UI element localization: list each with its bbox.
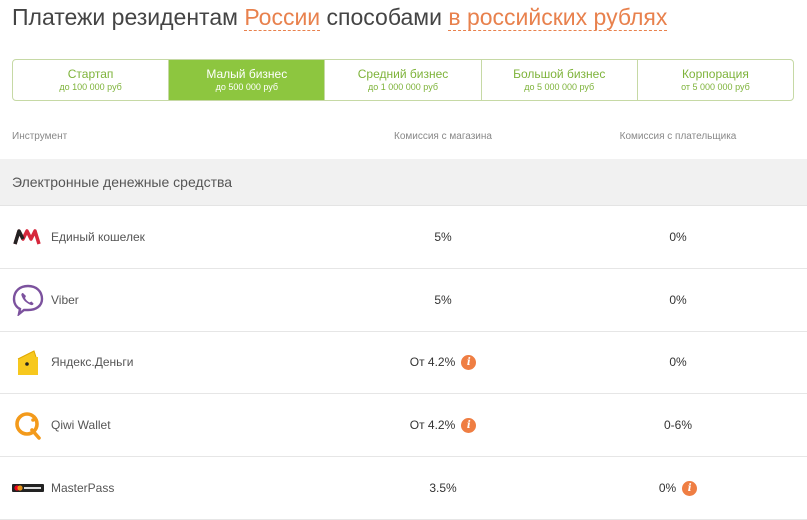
info-icon[interactable]: i bbox=[461, 417, 477, 433]
tab-big-business[interactable]: Большой бизнес до 5 000 000 руб bbox=[482, 60, 638, 100]
column-header-instrument: Инструмент bbox=[12, 131, 68, 142]
shop-fee-cell: От 4.2% i bbox=[343, 353, 543, 371]
instrument-name: Qiwi Wallet bbox=[51, 418, 111, 432]
tab-label: Большой бизнес bbox=[513, 67, 606, 81]
group-title: Электронные денежные средства bbox=[12, 174, 233, 190]
table-row: Qiwi Wallet От 4.2% i 0-6% bbox=[0, 394, 807, 457]
yandex-money-icon bbox=[12, 346, 44, 378]
instrument-name: Единый кошелек bbox=[51, 230, 145, 244]
title-text: способами bbox=[320, 4, 449, 30]
shop-fee-value: 5% bbox=[434, 230, 452, 244]
instrument-name: Viber bbox=[51, 293, 79, 307]
table-row: Яндекс.Деньги От 4.2% i 0% bbox=[0, 331, 807, 394]
payer-fee-value: 0-6% bbox=[663, 418, 692, 432]
payer-fee-value: 0% bbox=[669, 293, 687, 307]
tab-sublabel: до 500 000 руб bbox=[215, 82, 279, 92]
info-icon[interactable]: i bbox=[682, 480, 698, 496]
shop-fee-value: 5% bbox=[434, 293, 452, 307]
column-header-shop-fee: Комиссия с магазина bbox=[394, 131, 492, 142]
shop-fee-value: От 4.2% bbox=[409, 418, 456, 432]
masterpass-icon bbox=[12, 472, 44, 504]
table-row: Viber 5% 0% bbox=[0, 269, 807, 332]
shop-fee-value: 3.5% bbox=[429, 481, 457, 495]
tab-sublabel: до 1 000 000 руб bbox=[368, 82, 438, 92]
tab-startup[interactable]: Стартап до 100 000 руб bbox=[13, 60, 170, 100]
payer-fee-cell: 0% bbox=[578, 291, 778, 309]
payer-fee-value: 0% bbox=[669, 230, 687, 244]
tab-corporation[interactable]: Корпорация от 5 000 000 руб bbox=[638, 60, 793, 100]
qiwi-icon bbox=[12, 409, 44, 441]
instrument-name: MasterPass bbox=[51, 481, 115, 495]
currency-selector-link[interactable]: в российских рублях bbox=[448, 4, 668, 31]
shop-fee-value: От 4.2% bbox=[409, 355, 456, 369]
tab-small-business[interactable]: Малый бизнес до 500 000 руб bbox=[169, 60, 326, 100]
instrument-name: Яндекс.Деньги bbox=[51, 355, 134, 369]
shop-fee-cell: 3.5% bbox=[343, 479, 543, 497]
shop-fee-cell: 5% bbox=[343, 228, 543, 246]
tab-sublabel: до 100 000 руб bbox=[59, 82, 122, 92]
payer-fee-cell: 0% bbox=[578, 228, 778, 246]
payer-fee-cell: 0-6% bbox=[578, 416, 778, 434]
shop-fee-cell: От 4.2% i bbox=[343, 416, 543, 434]
shop-fee-cell: 5% bbox=[343, 291, 543, 309]
w1-wallet-icon bbox=[12, 221, 44, 253]
tab-label: Малый бизнес bbox=[206, 67, 288, 81]
tab-sublabel: от 5 000 000 руб bbox=[681, 82, 750, 92]
country-selector-link[interactable]: России bbox=[244, 4, 321, 31]
payer-fee-cell: 0% i bbox=[578, 479, 778, 497]
viber-icon bbox=[12, 284, 44, 316]
tab-label: Корпорация bbox=[681, 67, 749, 81]
payer-fee-value: 0% bbox=[669, 355, 687, 369]
page-title: Платежи резидентам России способами в ро… bbox=[12, 4, 668, 31]
info-icon[interactable]: i bbox=[461, 354, 477, 370]
tab-label: Средний бизнес bbox=[357, 67, 449, 81]
title-text: Платежи резидентам bbox=[12, 4, 245, 30]
column-header-payer-fee: Комиссия с плательщика bbox=[619, 131, 737, 142]
group-header: Электронные денежные средства bbox=[0, 159, 807, 206]
tab-label: Стартап bbox=[67, 67, 114, 81]
tariff-tabs: Стартап до 100 000 руб Малый бизнес до 5… bbox=[12, 59, 794, 101]
tab-medium-business[interactable]: Средний бизнес до 1 000 000 руб bbox=[325, 60, 482, 100]
payer-fee-value: 0% bbox=[658, 481, 677, 495]
tab-sublabel: до 5 000 000 руб bbox=[524, 82, 595, 92]
table-row: MasterPass 3.5% 0% i bbox=[0, 457, 807, 520]
table-row: Единый кошелек 5% 0% bbox=[0, 206, 807, 269]
payer-fee-cell: 0% bbox=[578, 353, 778, 371]
